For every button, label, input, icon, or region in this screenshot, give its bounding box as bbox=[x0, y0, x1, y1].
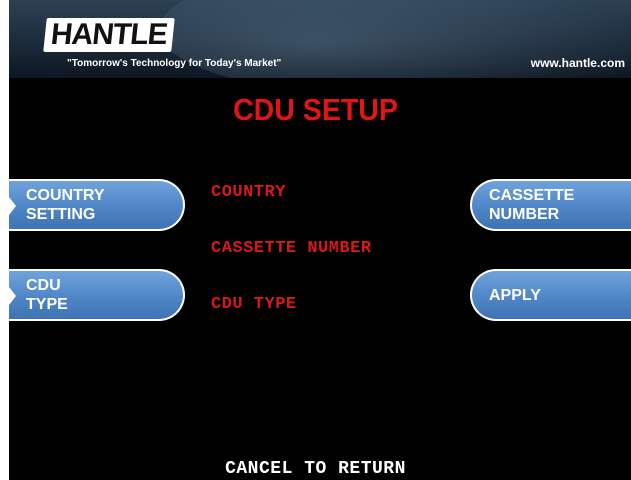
cdu-type-button[interactable]: CDU TYPE bbox=[9, 269, 185, 321]
label-cdu-type: CDU TYPE bbox=[211, 295, 297, 314]
button-label-line-1: COUNTRY bbox=[26, 187, 105, 204]
cancel-to-return-text: CANCEL TO RETURN bbox=[225, 459, 406, 479]
page-title: CDU SETUP bbox=[233, 92, 398, 127]
cassette-number-button[interactable]: CASSETTE NUMBER bbox=[470, 179, 631, 231]
button-notch-icon bbox=[9, 287, 16, 305]
button-label: CDU TYPE bbox=[26, 276, 68, 314]
label-country: COUNTRY bbox=[211, 183, 286, 202]
country-setting-button[interactable]: COUNTRY SETTING bbox=[9, 179, 185, 231]
website-url: www.hantle.com bbox=[530, 56, 625, 70]
button-label: COUNTRY SETTING bbox=[26, 186, 105, 224]
button-label-line-2: TYPE bbox=[26, 296, 68, 313]
atm-screen: HANTLE "Tomorrow's Technology for Today'… bbox=[0, 0, 631, 480]
label-cassette-number: CASSETTE NUMBER bbox=[211, 239, 372, 258]
button-label: CASSETTE NUMBER bbox=[489, 186, 574, 224]
header-banner: HANTLE "Tomorrow's Technology for Today'… bbox=[9, 0, 631, 78]
button-label-line-1: CDU bbox=[26, 277, 61, 294]
logo-text: HANTLE bbox=[43, 18, 175, 52]
button-notch-icon bbox=[9, 197, 16, 215]
left-gutter bbox=[0, 0, 9, 480]
tagline: "Tomorrow's Technology for Today's Marke… bbox=[67, 58, 282, 69]
button-label-line-2: NUMBER bbox=[489, 206, 560, 223]
logo: HANTLE bbox=[19, 12, 197, 64]
button-label-line-2: SETTING bbox=[26, 206, 96, 223]
button-label: APPLY bbox=[489, 286, 541, 304]
button-label-line-1: CASSETTE bbox=[489, 187, 575, 204]
apply-button[interactable]: APPLY bbox=[470, 269, 631, 321]
